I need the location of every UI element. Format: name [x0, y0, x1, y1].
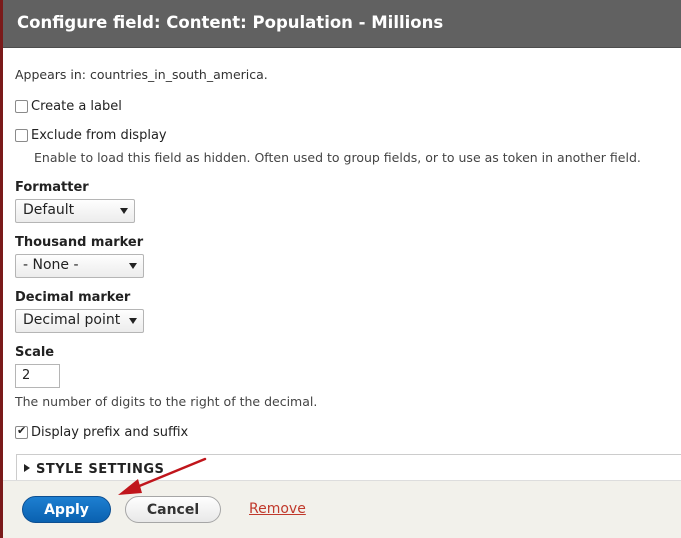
apply-button[interactable]: Apply — [22, 496, 111, 523]
prefix-suffix-row[interactable]: Display prefix and suffix — [15, 422, 188, 441]
chevron-down-icon — [129, 263, 137, 269]
configure-field-dialog: Configure field: Content: Population - M… — [3, 0, 681, 538]
scale-input[interactable]: 2 — [15, 364, 60, 388]
decimal-marker-label: Decimal marker — [15, 290, 131, 305]
create-label-checkbox[interactable] — [15, 100, 28, 113]
triangle-right-icon — [24, 464, 30, 472]
thousand-marker-select[interactable]: - None - — [15, 254, 144, 278]
chevron-down-icon — [120, 208, 128, 214]
dialog-title: Configure field: Content: Population - M… — [3, 0, 681, 48]
thousand-marker-label: Thousand marker — [15, 235, 144, 250]
exclude-row[interactable]: Exclude from display — [15, 125, 167, 144]
decimal-marker-select[interactable]: Decimal point — [15, 309, 144, 333]
decimal-marker-value: Decimal point — [23, 312, 121, 328]
prefix-suffix-checkbox[interactable] — [15, 424, 28, 439]
style-settings-summary[interactable]: STYLE SETTINGS — [24, 462, 164, 477]
prefix-suffix-text: Display prefix and suffix — [31, 425, 189, 440]
dialog-body: Appears in: countries_in_south_america. … — [3, 49, 681, 494]
create-label-row[interactable]: Create a label — [15, 96, 122, 115]
remove-link[interactable]: Remove — [249, 501, 306, 517]
scale-description: The number of digits to the right of the… — [15, 394, 318, 409]
formatter-value: Default — [23, 202, 75, 218]
formatter-label: Formatter — [15, 180, 89, 195]
style-settings-label: STYLE SETTINGS — [36, 462, 165, 477]
formatter-select[interactable]: Default — [15, 199, 135, 223]
appears-in-text: Appears in: countries_in_south_america. — [15, 67, 268, 82]
create-label-text: Create a label — [31, 99, 122, 114]
cancel-button[interactable]: Cancel — [125, 496, 221, 523]
exclude-description: Enable to load this field as hidden. Oft… — [34, 150, 641, 165]
dialog-footer: Apply Cancel Remove — [3, 480, 681, 538]
exclude-text: Exclude from display — [31, 128, 167, 143]
chevron-down-icon — [129, 318, 137, 324]
exclude-checkbox[interactable] — [15, 129, 28, 142]
thousand-marker-value: - None - — [23, 257, 79, 273]
scale-label: Scale — [15, 345, 55, 360]
